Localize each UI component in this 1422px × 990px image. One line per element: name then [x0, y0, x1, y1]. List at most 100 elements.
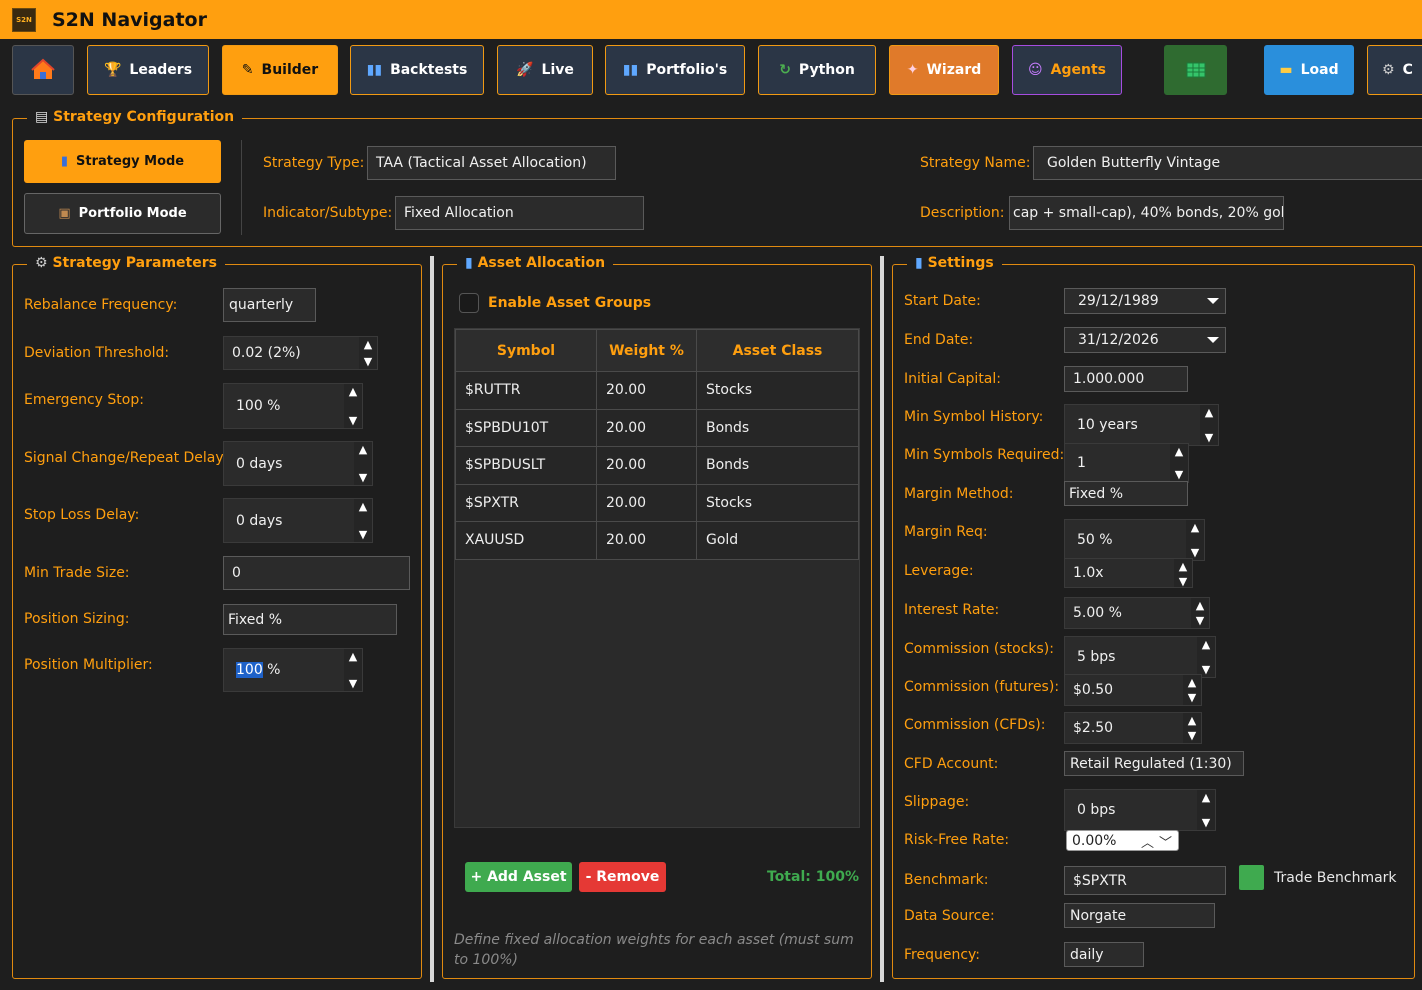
up-arrow-icon[interactable]: ▲ — [349, 384, 357, 399]
table-row[interactable]: $SPXTR 20.00 Stocks — [455, 483, 859, 522]
nav-wizard-button[interactable]: ✦ Wizard — [889, 45, 999, 95]
up-arrow-icon[interactable]: ▲ — [349, 649, 357, 664]
data-source-select[interactable]: Norgate — [1064, 903, 1215, 928]
min-symbol-history-spinbox[interactable]: 10 years ▲ ▼ — [1064, 404, 1219, 446]
nav-backtests-button[interactable]: ▮▮ Backtests — [350, 45, 484, 95]
margin-req-spinbox[interactable]: 50 % ▲ ▼ — [1064, 519, 1205, 561]
table-row[interactable]: $SPBDUSLT 20.00 Bonds — [455, 446, 859, 485]
down-arrow-icon[interactable]: ▼ — [349, 676, 357, 691]
strategy-name-input[interactable]: Golden Butterfly Vintage — [1033, 146, 1422, 180]
allocation-hint: Define fixed allocation weights for each… — [454, 932, 854, 968]
down-arrow-icon[interactable]: ▼ — [364, 354, 372, 369]
slippage-spinbox[interactable]: 0 bps ▲ ▼ — [1064, 789, 1216, 831]
table-row[interactable]: XAUUSD 20.00 Gold — [455, 521, 859, 560]
min-symbols-required-spinbox[interactable]: 1 ▲ ▼ — [1064, 443, 1189, 483]
down-arrow-icon[interactable]: ▼ — [1202, 815, 1210, 830]
subtype-select[interactable]: Fixed Allocation — [395, 196, 644, 230]
nav-builder-button[interactable]: ✎ Builder — [222, 45, 338, 95]
up-arrow-icon[interactable]: ▲ — [359, 442, 367, 457]
min-trade-size-input[interactable]: 0 — [223, 556, 410, 590]
stop-loss-delay-spinbox[interactable]: 0 days ▲ ▼ — [223, 498, 373, 543]
risk-free-rate-spinbox[interactable]: 0.00% ︿ ﹀ — [1066, 830, 1179, 851]
up-arrow-icon[interactable]: ▲ — [1196, 598, 1204, 613]
remove-asset-button[interactable]: - Remove — [579, 862, 666, 892]
app-title: S2N Navigator — [52, 8, 207, 31]
benchmark-input[interactable]: $SPXTR — [1064, 866, 1226, 895]
position-multiplier-spinbox[interactable]: 100 % ▲ ▼ — [223, 648, 363, 692]
position-sizing-select[interactable]: Fixed % — [223, 604, 397, 635]
margin-method-select[interactable]: Fixed % — [1064, 481, 1188, 506]
rebalance-select[interactable]: quarterly — [223, 288, 316, 322]
table-row[interactable]: $RUTTR 20.00 Stocks — [455, 371, 859, 410]
end-date-picker[interactable]: 31/12/2026 — [1064, 327, 1226, 353]
down-arrow-icon[interactable]: ▼ — [1188, 690, 1196, 705]
down-arrow-icon[interactable]: ▼ — [359, 470, 367, 485]
nav-python-button[interactable]: ↻ Python — [758, 45, 876, 95]
up-arrow-icon[interactable]: ▲ — [1202, 637, 1210, 652]
down-arrow-icon[interactable]: ▼ — [349, 413, 357, 428]
commission-futures-spinbox[interactable]: $0.50 ▲ ▼ — [1064, 674, 1202, 706]
leverage-spinbox[interactable]: 1.0x ▲ ▼ — [1064, 558, 1193, 588]
down-arrow-icon[interactable]: ▼ — [1179, 574, 1187, 589]
commission-stocks-spinbox[interactable]: 5 bps ▲ ▼ — [1064, 636, 1216, 678]
table-row[interactable]: $SPBDU10T 20.00 Bonds — [455, 408, 859, 447]
emergency-stop-spinbox[interactable]: 100 % ▲ ▼ — [223, 383, 363, 429]
up-arrow-icon[interactable]: ▲ — [1188, 713, 1196, 728]
enable-groups-checkbox[interactable] — [459, 293, 479, 313]
up-arrow-icon[interactable]: ▲ — [1191, 520, 1199, 535]
chevron-up-icon[interactable]: ︿ — [1141, 832, 1154, 851]
down-arrow-icon[interactable]: ▼ — [359, 527, 367, 542]
nav-live-button[interactable]: 🚀 Live — [497, 45, 593, 95]
down-arrow-icon[interactable]: ▼ — [1188, 728, 1196, 743]
up-arrow-icon[interactable]: ▲ — [359, 499, 367, 514]
nav-load-button[interactable]: ▬ Load — [1264, 45, 1354, 95]
interest-rate-spinbox[interactable]: 5.00 % ▲ ▼ — [1064, 597, 1210, 629]
portfolio-mode-button[interactable]: ▣ Portfolio Mode — [24, 193, 221, 234]
column-header-asset-class[interactable]: Asset Class — [696, 329, 859, 372]
up-arrow-icon[interactable]: ▲ — [1175, 444, 1183, 459]
chevron-down-icon[interactable] — [1207, 337, 1219, 343]
chevron-down-icon[interactable]: ﹀ — [1159, 832, 1172, 851]
nav-spreadsheet-button[interactable] — [1164, 45, 1227, 95]
start-date-picker[interactable]: 29/12/1989 — [1064, 288, 1226, 314]
commission-cfds-label: Commission (CFDs): — [904, 717, 1046, 733]
bar-chart-icon: ▮▮ — [622, 62, 639, 78]
strategy-type-select[interactable]: TAA (Tactical Asset Allocation) — [367, 146, 616, 180]
signal-delay-spinbox[interactable]: 0 days ▲ ▼ — [223, 441, 373, 486]
nav-agents-button[interactable]: ☺ Agents — [1012, 45, 1122, 95]
trade-benchmark-checkbox[interactable] — [1239, 865, 1264, 890]
title-bar: S2N S2N Navigator — [0, 0, 1422, 39]
document-icon: ▤ — [35, 109, 49, 125]
down-arrow-icon[interactable]: ▼ — [1196, 613, 1204, 628]
min-symbol-history-label: Min Symbol History: — [904, 409, 1044, 425]
panel-splitter[interactable] — [880, 256, 884, 982]
column-header-symbol[interactable]: Symbol — [455, 329, 597, 372]
panel-splitter[interactable] — [430, 256, 434, 982]
strategy-mode-button[interactable]: ▮ Strategy Mode — [24, 140, 221, 183]
commission-cfds-spinbox[interactable]: $2.50 ▲ ▼ — [1064, 712, 1202, 744]
column-header-weight[interactable]: Weight % — [596, 329, 697, 372]
down-arrow-icon[interactable]: ▼ — [1205, 430, 1213, 445]
cfd-account-select[interactable]: Retail Regulated (1:30) — [1064, 751, 1244, 776]
up-arrow-icon[interactable]: ▲ — [1202, 790, 1210, 805]
commission-futures-label: Commission (futures): — [904, 679, 1060, 695]
add-asset-button[interactable]: + Add Asset — [465, 862, 572, 892]
start-date-label: Start Date: — [904, 293, 981, 309]
up-arrow-icon[interactable]: ▲ — [364, 337, 372, 352]
allocation-total: Total: 100% — [767, 869, 859, 885]
description-input[interactable]: cap + small-cap), 40% bonds, 20% gold — [1009, 196, 1284, 230]
up-arrow-icon[interactable]: ▲ — [1188, 675, 1196, 690]
down-arrow-icon[interactable]: ▼ — [1175, 467, 1183, 482]
down-arrow-icon[interactable]: ▼ — [1202, 662, 1210, 677]
nav-portfolios-button[interactable]: ▮▮ Portfolio's — [605, 45, 745, 95]
nav-config-button[interactable]: ⚙ C — [1367, 45, 1422, 95]
up-arrow-icon[interactable]: ▲ — [1205, 405, 1213, 420]
chevron-down-icon[interactable] — [1207, 298, 1219, 304]
robot-icon: ☺ — [1028, 62, 1043, 78]
deviation-spinbox[interactable]: 0.02 (2%) ▲ ▼ — [223, 336, 378, 370]
initial-capital-input[interactable]: 1.000.000 — [1064, 366, 1188, 392]
nav-leaders-button[interactable]: 🏆 Leaders — [87, 45, 209, 95]
nav-home-button[interactable] — [12, 45, 74, 95]
up-arrow-icon[interactable]: ▲ — [1179, 559, 1187, 574]
frequency-select[interactable]: daily — [1064, 942, 1144, 967]
